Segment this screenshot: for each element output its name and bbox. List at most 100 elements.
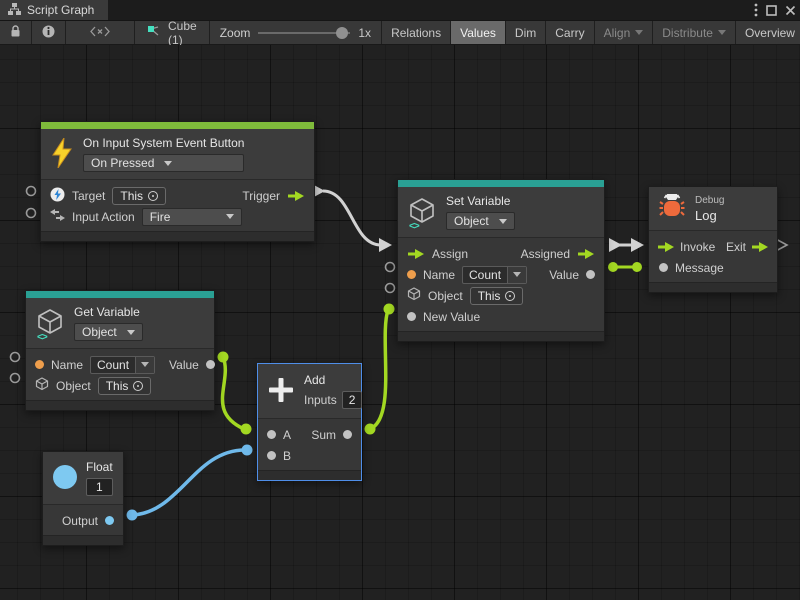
float-value-field[interactable]: 1	[86, 478, 113, 496]
chevron-down-icon	[499, 219, 507, 224]
variable-kind-dropdown[interactable]: Object	[446, 212, 515, 230]
inputs-label: Inputs	[304, 393, 337, 407]
port-invoke-in[interactable]	[657, 241, 675, 253]
toolbar-button-overview[interactable]: Overview	[736, 21, 800, 44]
port-assign-in[interactable]	[407, 248, 425, 260]
zoom-slider[interactable]	[258, 32, 350, 34]
object-picker-icon[interactable]	[133, 381, 143, 391]
window-menu-icon[interactable]	[754, 3, 758, 17]
tab-script-graph[interactable]: Script Graph	[0, 0, 108, 20]
name-label: Name	[423, 268, 455, 282]
node-title: Log	[695, 208, 724, 223]
wire-endpoint	[218, 352, 229, 363]
object-label: Object	[428, 289, 463, 303]
target-object-field[interactable]: This	[112, 187, 166, 205]
wire-sum-to-newvalue[interactable]	[370, 310, 388, 429]
object-field[interactable]: This	[98, 377, 152, 395]
node-add[interactable]: Add Inputs 2 A Sum B	[257, 363, 362, 481]
input-system-icon	[50, 187, 65, 205]
node-title: Set Variable	[446, 194, 515, 208]
node-float[interactable]: Float 1 Output	[42, 451, 124, 546]
port-trigger-out[interactable]	[287, 190, 305, 202]
graph-toolbar: Cube (1) Zoom 1x Relations Values Dim Ca…	[0, 20, 800, 44]
port-getvar-name	[11, 353, 20, 362]
variable-cube-icon: <>	[36, 308, 64, 339]
toolbar-button-values[interactable]: Values	[451, 21, 506, 44]
port-exit-out[interactable]	[751, 241, 769, 253]
zoom-slider-handle[interactable]	[336, 27, 348, 39]
event-mode-dropdown[interactable]: On Pressed	[83, 154, 244, 172]
chevron-down-icon[interactable]	[135, 357, 154, 373]
input-action-dropdown[interactable]: Fire	[142, 208, 242, 226]
event-accent-bar	[41, 122, 314, 129]
toolbar-button-dim[interactable]: Dim	[506, 21, 546, 44]
toolbar-button-relations[interactable]: Relations	[382, 21, 451, 44]
variable-kind-dropdown[interactable]: Object	[74, 323, 143, 341]
code-preview-button[interactable]	[66, 21, 135, 44]
wire-float-to-b[interactable]	[132, 450, 245, 515]
node-title: Add	[304, 373, 362, 387]
node-set-variable[interactable]: <> Set Variable Object Assign Assigned	[397, 179, 605, 342]
node-footer	[43, 535, 123, 545]
chevron-down-icon[interactable]	[507, 267, 526, 283]
info-icon	[42, 25, 55, 41]
variables-glyph-icon: <>	[409, 221, 419, 232]
invoke-label: Invoke	[680, 240, 715, 254]
graph-hierarchy-icon	[8, 3, 21, 18]
variables-glyph-icon: <>	[37, 332, 47, 343]
node-title: On Input System Event Button	[83, 136, 244, 150]
lightning-icon	[51, 138, 73, 171]
port-output-out[interactable]	[105, 516, 114, 525]
graph-canvas[interactable]: On Input System Event Button On Pressed …	[0, 45, 800, 600]
graph-owner-button[interactable]: Cube (1)	[135, 21, 210, 44]
port-new-value-in[interactable]	[407, 312, 416, 321]
object-picker-icon[interactable]	[148, 191, 158, 201]
graph-owner-label: Cube (1)	[168, 19, 197, 47]
chevron-down-icon	[226, 214, 234, 219]
lock-button[interactable]	[0, 21, 32, 44]
wire-endpoint	[608, 262, 618, 272]
port-name-in[interactable]	[407, 270, 416, 279]
zoom-value: 1x	[358, 26, 371, 40]
window-close-icon[interactable]	[785, 5, 796, 16]
port-value-out[interactable]	[586, 270, 595, 279]
node-title: Get Variable	[74, 305, 143, 319]
port-name-in[interactable]	[35, 360, 44, 369]
port-value-out[interactable]	[206, 360, 215, 369]
port-assigned-out[interactable]	[577, 248, 595, 260]
object-field[interactable]: This	[470, 287, 524, 305]
inspect-button[interactable]	[32, 21, 66, 44]
chevron-down-icon	[718, 30, 726, 35]
output-label: Output	[62, 514, 98, 528]
port-event-target	[27, 187, 36, 196]
node-footer	[398, 331, 604, 341]
variable-name-dropdown[interactable]: Count	[462, 266, 527, 284]
wire-endpoint	[384, 304, 395, 315]
window-maximize-icon[interactable]	[766, 5, 777, 16]
object-picker-icon[interactable]	[505, 291, 515, 301]
toolbar-button-align[interactable]: Align	[595, 21, 654, 44]
node-on-input-system-event[interactable]: On Input System Event Button On Pressed …	[40, 121, 315, 242]
variable-accent-bar	[398, 180, 604, 187]
port-a-in[interactable]	[267, 430, 276, 439]
port-b-in[interactable]	[267, 451, 276, 460]
port-sum-out[interactable]	[343, 430, 352, 439]
toolbar-button-carry[interactable]: Carry	[546, 21, 594, 44]
node-debug-log[interactable]: Debug Log Invoke Exit Message	[648, 186, 778, 293]
wire-trigger-to-assign[interactable]	[323, 191, 381, 245]
plus-icon	[268, 377, 294, 406]
variable-name-dropdown[interactable]: Count	[90, 356, 155, 374]
node-get-variable[interactable]: <> Get Variable Object Name Count Value	[25, 290, 215, 411]
flow-arrowhead	[631, 238, 644, 252]
new-value-label: New Value	[423, 310, 480, 324]
port-event-action	[27, 209, 36, 218]
toolbar-button-distribute[interactable]: Distribute	[653, 21, 736, 44]
node-footer	[258, 470, 361, 480]
port-message-in[interactable]	[659, 263, 668, 272]
assign-label: Assign	[432, 247, 468, 261]
target-label: Target	[72, 189, 105, 203]
wire-getvalue-to-a[interactable]	[222, 357, 244, 429]
inputs-count-field[interactable]: 2	[342, 391, 363, 409]
code-icon	[90, 26, 110, 40]
object-label: Object	[56, 379, 91, 393]
